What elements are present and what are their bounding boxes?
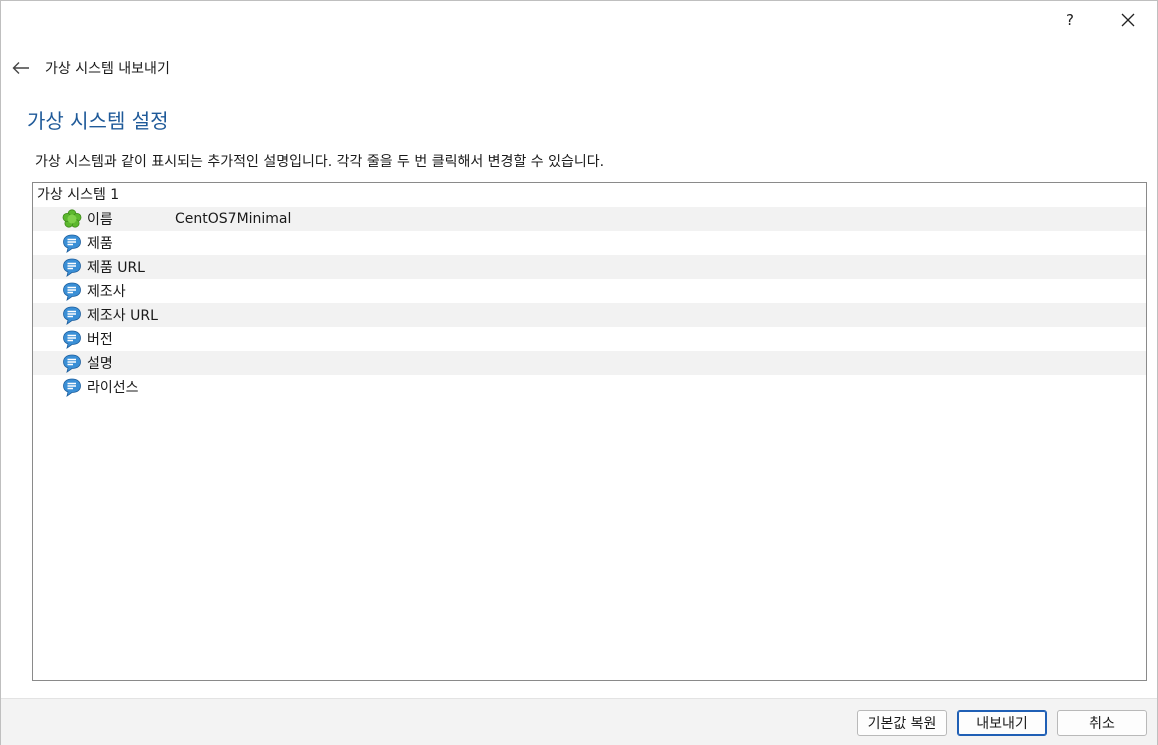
export-button[interactable]: 내보내기 bbox=[957, 710, 1047, 736]
cancel-button[interactable]: 취소 bbox=[1057, 710, 1147, 736]
back-arrow-icon bbox=[12, 62, 29, 74]
speech-bubble-icon bbox=[61, 256, 83, 278]
row-label: 제품 bbox=[87, 236, 113, 252]
close-button[interactable] bbox=[1099, 1, 1157, 39]
page-title: 가상 시스템 설정 bbox=[27, 109, 169, 133]
button-bar: 기본값 복원 내보내기 취소 bbox=[1, 698, 1157, 745]
row-label: 이름 bbox=[87, 212, 113, 228]
speech-bubble-icon bbox=[61, 232, 83, 254]
tree-row-description[interactable]: 설명 bbox=[33, 351, 1146, 375]
row-value[interactable]: CentOS7Minimal bbox=[175, 211, 291, 227]
row-label: 라이선스 bbox=[87, 380, 139, 396]
tree-row-product[interactable]: 제품 bbox=[33, 231, 1146, 255]
name-icon bbox=[61, 208, 83, 230]
tree-row-vendor-url[interactable]: 제조사 URL bbox=[33, 303, 1146, 327]
title-bar: ? bbox=[1, 1, 1157, 39]
close-icon bbox=[1121, 13, 1135, 27]
help-button[interactable]: ? bbox=[1041, 1, 1099, 39]
tree-row-name[interactable]: 이름 CentOS7Minimal bbox=[33, 207, 1146, 231]
row-label: 버전 bbox=[87, 332, 113, 348]
speech-bubble-icon bbox=[61, 376, 83, 398]
tree-row-version[interactable]: 버전 bbox=[33, 327, 1146, 351]
speech-bubble-icon bbox=[61, 352, 83, 374]
export-dialog: ? 가상 시스템 내보내기 가상 시스템 설정 가상 시스템과 같이 표시되는 … bbox=[0, 0, 1158, 745]
wizard-nav: 가상 시스템 내보내기 bbox=[1, 49, 1157, 87]
tree-root-item[interactable]: 가상 시스템 1 bbox=[33, 183, 1146, 207]
speech-bubble-icon bbox=[61, 280, 83, 302]
row-label: 제조사 URL bbox=[87, 308, 158, 324]
settings-tree[interactable]: 가상 시스템 1 이름 CentOS7Minimal 제품 제품 URL 제조사… bbox=[32, 182, 1147, 681]
back-button[interactable] bbox=[1, 49, 41, 87]
row-label: 제조사 bbox=[87, 284, 126, 300]
help-label: ? bbox=[1066, 11, 1074, 29]
speech-bubble-icon bbox=[61, 304, 83, 326]
page-description: 가상 시스템과 같이 표시되는 추가적인 설명입니다. 각각 줄을 두 번 클릭… bbox=[35, 154, 605, 170]
tree-row-license[interactable]: 라이선스 bbox=[33, 375, 1146, 399]
row-label: 설명 bbox=[87, 356, 113, 372]
wizard-title: 가상 시스템 내보내기 bbox=[45, 61, 170, 77]
row-label: 제품 URL bbox=[87, 260, 145, 276]
tree-row-vendor[interactable]: 제조사 bbox=[33, 279, 1146, 303]
restore-defaults-button[interactable]: 기본값 복원 bbox=[857, 710, 947, 736]
speech-bubble-icon bbox=[61, 328, 83, 350]
tree-row-product-url[interactable]: 제품 URL bbox=[33, 255, 1146, 279]
